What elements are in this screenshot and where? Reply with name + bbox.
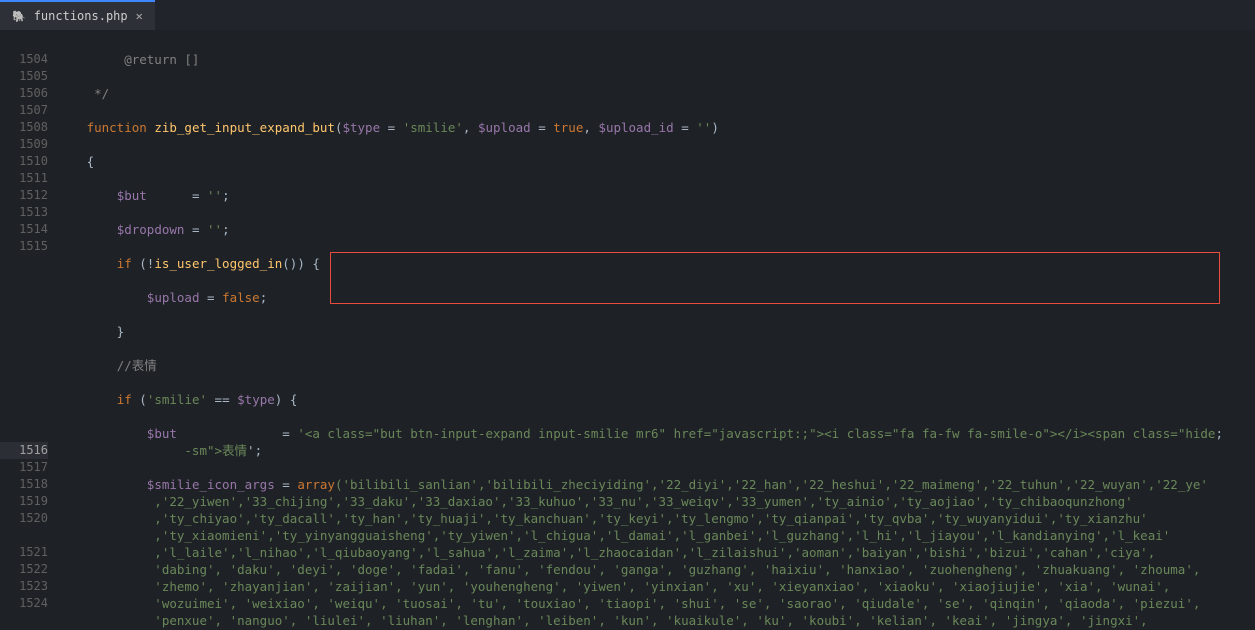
- keyword: array: [297, 477, 335, 492]
- variable: $upload: [147, 290, 200, 305]
- variable: $smilie_icon_args: [147, 477, 275, 492]
- function-call: is_user_logged_in: [154, 256, 282, 271]
- variable: $upload_id: [598, 120, 673, 135]
- file-tab[interactable]: 🐘 functions.php ✕: [0, 0, 155, 30]
- array-content: ('bilibili_sanlian','bilibili_zheciyidin…: [335, 477, 1208, 492]
- boolean: false: [222, 290, 260, 305]
- variable: $but: [117, 188, 147, 203]
- keyword: if: [117, 392, 132, 407]
- variable: $but: [147, 426, 177, 441]
- keyword: if: [117, 256, 132, 271]
- string: '': [696, 120, 711, 135]
- comment: //表情: [117, 358, 157, 373]
- string: 'smilie': [147, 392, 207, 407]
- tab-filename: functions.php: [34, 9, 128, 23]
- variable: $type: [342, 120, 380, 135]
- string: '': [207, 222, 222, 237]
- string: '': [207, 188, 222, 203]
- function-name: zib_get_input_expand_but: [154, 120, 335, 135]
- code-area[interactable]: @return [] */ function zib_get_input_exp…: [58, 30, 1255, 630]
- variable: $dropdown: [117, 222, 185, 237]
- keyword: function: [87, 120, 147, 135]
- variable: $upload: [478, 120, 531, 135]
- string: '<a class="but btn-input-expand input-sm…: [297, 426, 1215, 441]
- comment: */: [64, 86, 109, 101]
- close-icon[interactable]: ✕: [136, 9, 143, 23]
- string: 'smilie': [403, 120, 463, 135]
- code-editor[interactable]: 1504150515061507150815091510151115121513…: [0, 30, 1255, 630]
- tab-bar: 🐘 functions.php ✕: [0, 0, 1255, 30]
- php-icon: 🐘: [12, 10, 26, 23]
- line-gutter: 1504150515061507150815091510151115121513…: [0, 30, 58, 630]
- variable: $type: [237, 392, 275, 407]
- boolean: true: [553, 120, 583, 135]
- comment: @return []: [64, 52, 199, 67]
